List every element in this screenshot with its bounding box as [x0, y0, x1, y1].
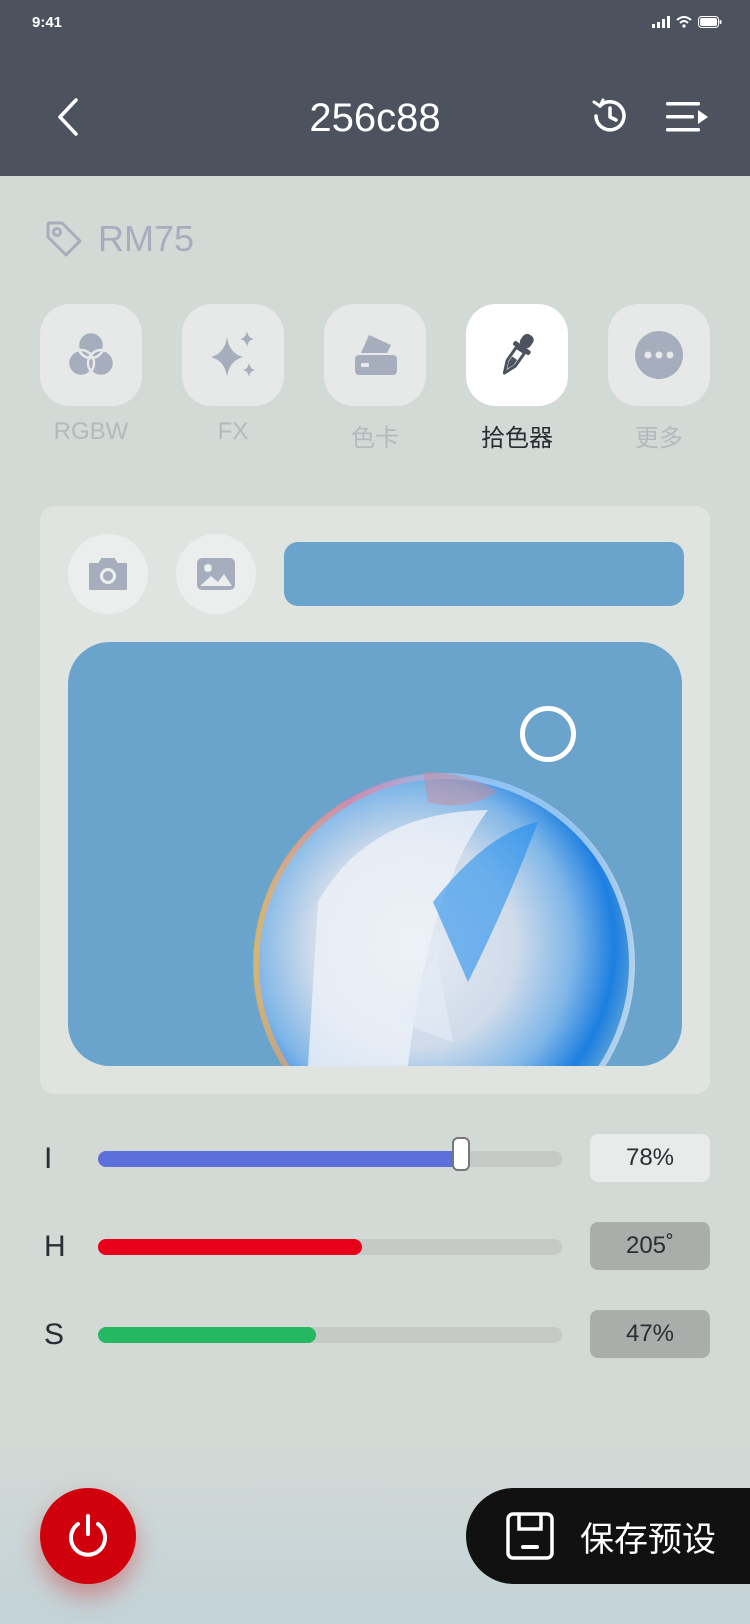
gallery-button[interactable]: [176, 534, 256, 614]
hue-slider-track[interactable]: [98, 1239, 562, 1255]
intensity-slider-track[interactable]: [98, 1137, 562, 1171]
tag-icon: [46, 221, 82, 257]
tab-rgbw[interactable]: RGBW: [40, 304, 142, 446]
hue-slider-row: H 205˚: [0, 1222, 750, 1272]
eyedropper-icon: [502, 333, 534, 375]
device-tag-label: RM75: [98, 218, 195, 259]
top-header: 9:41 256c88: [0, 0, 750, 176]
mode-tabs: RGBW FX 色卡 拾色器 更多: [40, 304, 712, 454]
picker-image: [68, 642, 682, 1066]
save-icon: [506, 1512, 554, 1560]
color-card-icon: [355, 335, 397, 375]
sparkles-icon: [211, 331, 255, 377]
intensity-slider-fill: [98, 1151, 460, 1167]
tab-color-picker-label: 拾色器: [481, 425, 553, 452]
picked-color-swatch: [284, 542, 684, 606]
slider-letter-s: S: [44, 1318, 65, 1351]
device-tag-row: RM75: [44, 218, 194, 260]
status-time: 9:41: [32, 14, 63, 31]
picker-image-preview[interactable]: [68, 642, 682, 1066]
intensity-slider-thumb[interactable]: [451, 1137, 470, 1171]
slider-letter-i: I: [44, 1142, 53, 1175]
history-button[interactable]: [588, 94, 632, 138]
rgbw-circles-icon: [66, 330, 116, 378]
camera-button[interactable]: [68, 534, 148, 614]
page-title: 256c88: [309, 96, 441, 140]
history-icon: [592, 98, 626, 132]
save-preset-label: 保存预设: [580, 1520, 716, 1559]
signal-icon: [652, 16, 670, 28]
tab-color-card-tile: [324, 304, 426, 406]
battery-icon: [698, 16, 722, 28]
tab-color-picker[interactable]: 拾色器: [466, 304, 568, 453]
playlist-menu-button[interactable]: [662, 96, 710, 140]
more-dots-icon: [635, 331, 683, 379]
saturation-slider-row: S 47%: [0, 1310, 750, 1360]
intensity-value[interactable]: 78%: [590, 1134, 710, 1182]
power-button[interactable]: [40, 1488, 136, 1584]
tab-more-label: 更多: [635, 425, 683, 452]
save-preset-button[interactable]: 保存预设: [466, 1488, 750, 1584]
image-icon: [197, 558, 235, 590]
status-icons: [652, 16, 722, 28]
tab-fx[interactable]: FX: [182, 304, 284, 446]
tab-rgbw-tile: [40, 304, 142, 406]
saturation-value[interactable]: 47%: [590, 1310, 710, 1358]
camera-icon: [89, 558, 127, 590]
color-picker-panel: [40, 506, 710, 1094]
saturation-slider-track[interactable]: [98, 1327, 562, 1343]
tab-fx-tile: [182, 304, 284, 406]
color-picker-cursor[interactable]: [520, 706, 576, 762]
saturation-slider-fill: [98, 1327, 317, 1343]
power-icon: [69, 1514, 107, 1557]
tab-color-card[interactable]: 色卡: [324, 304, 426, 453]
tab-rgbw-label: RGBW: [53, 418, 129, 445]
wifi-icon: [676, 16, 692, 28]
app-screen: 9:41 256c88 RM75 RGBW FX 色卡 拾色器 更多 I 78%…: [0, 0, 750, 1624]
tab-more[interactable]: 更多: [608, 304, 710, 453]
tab-fx-label: FX: [217, 418, 249, 445]
tab-color-card-label: 色卡: [351, 425, 399, 452]
tab-color-picker-tile: [466, 304, 568, 406]
playlist-icon: [666, 102, 708, 132]
hue-slider-fill: [98, 1239, 363, 1255]
tab-more-tile: [608, 304, 710, 406]
intensity-slider-row: I 78%: [0, 1134, 750, 1184]
slider-letter-h: H: [44, 1230, 66, 1263]
hue-value[interactable]: 205˚: [590, 1222, 710, 1270]
